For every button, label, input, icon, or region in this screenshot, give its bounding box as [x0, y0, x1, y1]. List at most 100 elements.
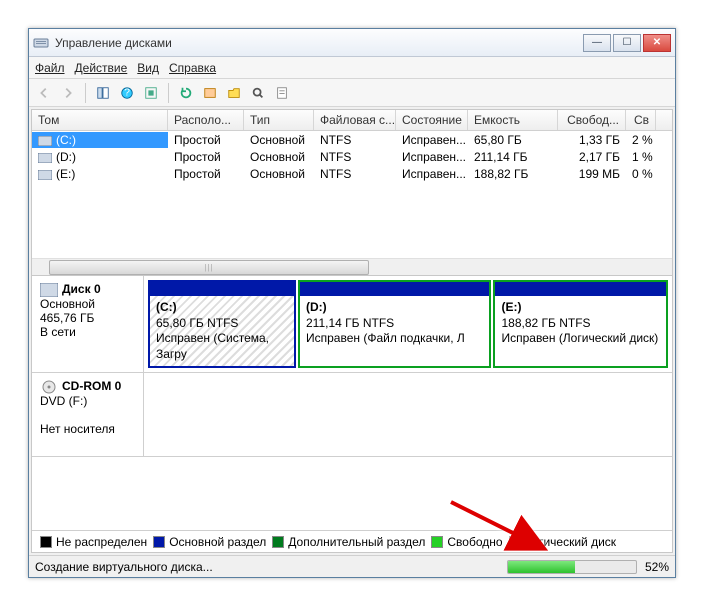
partition-size: 188,82 ГБ NTFS [501, 316, 590, 330]
window-title: Управление дисками [55, 36, 583, 50]
progress-fill [508, 561, 575, 573]
legend-unalloc: Не распределен [56, 535, 147, 549]
progress-bar [507, 560, 637, 574]
menu-file[interactable]: Файл [35, 61, 65, 75]
svg-text:?: ? [124, 86, 130, 98]
volume-list: Том Располо... Тип Файловая с... Состоян… [32, 110, 672, 276]
swatch-free [431, 536, 443, 548]
cdrom-header[interactable]: CD-ROM 0 DVD (F:) Нет носителя [32, 373, 144, 456]
app-icon [33, 35, 49, 51]
swatch-logical [509, 536, 521, 548]
volume-row[interactable]: (D:) Простой Основной NTFS Исправен... 2… [32, 148, 672, 165]
volume-row[interactable]: (E:) Простой Основной NTFS Исправен... 1… [32, 165, 672, 182]
volume-icon [38, 135, 52, 145]
scrollbar-thumb[interactable] [49, 260, 369, 275]
cdrom-state: Нет носителя [40, 422, 115, 436]
content-area: Том Располо... Тип Файловая с... Состоян… [31, 109, 673, 553]
settings-button[interactable] [199, 82, 221, 104]
partition-size: 65,80 ГБ NTFS [156, 316, 238, 330]
partition-header [300, 282, 489, 296]
disk-management-window: Управление дисками — ☐ ✕ Файл Действие В… [28, 28, 676, 578]
folder-button[interactable] [223, 82, 245, 104]
refresh-button[interactable] [140, 82, 162, 104]
col-layout[interactable]: Располо... [168, 110, 244, 130]
disk-type: Основной [40, 297, 95, 311]
disk-name: Диск 0 [62, 282, 101, 296]
toolbar-separator [168, 83, 169, 103]
swatch-extended [272, 536, 284, 548]
partition-body: (C:) 65,80 ГБ NTFS Исправен (Система, За… [150, 296, 294, 366]
back-button[interactable] [33, 82, 55, 104]
partition-status: Исправен (Система, Загру [156, 331, 269, 361]
cdrom-icon [40, 380, 58, 394]
forward-button[interactable] [57, 82, 79, 104]
toolbar-separator [85, 83, 86, 103]
volume-list-body: (C:) Простой Основной NTFS Исправен... 6… [32, 131, 672, 258]
volume-icon [38, 152, 52, 162]
status-text: Создание виртуального диска... [35, 560, 213, 574]
col-status[interactable]: Состояние [396, 110, 468, 130]
partition-status: Исправен (Логический диск) [501, 331, 658, 345]
disk-row[interactable]: Диск 0 Основной 465,76 ГБ В сети (C:) 65… [32, 276, 672, 373]
partition-label: (D:) [306, 300, 327, 314]
props-button[interactable] [271, 82, 293, 104]
partition-body: (E:) 188,82 ГБ NTFS Исправен (Логический… [495, 296, 666, 366]
disk-state: В сети [40, 325, 76, 339]
volume-icon [38, 169, 52, 179]
help-button[interactable]: ? [116, 82, 138, 104]
swatch-primary [153, 536, 165, 548]
refresh2-button[interactable] [175, 82, 197, 104]
find-button[interactable] [247, 82, 269, 104]
progress-label: 52% [645, 560, 669, 574]
toolbar: ? [29, 79, 675, 107]
titlebar[interactable]: Управление дисками — ☐ ✕ [29, 29, 675, 57]
close-button[interactable]: ✕ [643, 34, 671, 52]
partition-header [150, 282, 294, 296]
volume-name: (C:) [56, 133, 76, 147]
menu-view[interactable]: Вид [137, 61, 159, 75]
menu-action[interactable]: Действие [75, 61, 128, 75]
disk-icon [40, 283, 58, 297]
status-bar: Создание виртуального диска... 52% [29, 555, 675, 577]
disk-header[interactable]: Диск 0 Основной 465,76 ГБ В сети [32, 276, 144, 372]
horizontal-scrollbar[interactable] [32, 258, 672, 275]
show-hide-tree-button[interactable] [92, 82, 114, 104]
col-capacity[interactable]: Емкость [468, 110, 558, 130]
cdrom-name: CD-ROM 0 [62, 379, 121, 393]
partition-status: Исправен (Файл подкачки, Л [306, 331, 465, 345]
partition-header [495, 282, 666, 296]
disk-row[interactable]: CD-ROM 0 DVD (F:) Нет носителя [32, 373, 672, 457]
col-fs[interactable]: Файловая с... [314, 110, 396, 130]
disk-graphic-view: Диск 0 Основной 465,76 ГБ В сети (C:) 65… [32, 276, 672, 530]
legend-extended: Дополнительный раздел [288, 535, 425, 549]
cdrom-partition-area [144, 373, 672, 456]
maximize-button[interactable]: ☐ [613, 34, 641, 52]
menu-bar: Файл Действие Вид Справка [29, 57, 675, 79]
partition-label: (C:) [156, 300, 177, 314]
partition-body: (D:) 211,14 ГБ NTFS Исправен (Файл подка… [300, 296, 489, 366]
col-free[interactable]: Свобод... [558, 110, 626, 130]
partition-c[interactable]: (C:) 65,80 ГБ NTFS Исправен (Система, За… [148, 280, 296, 368]
partition-e[interactable]: (E:) 188,82 ГБ NTFS Исправен (Логический… [493, 280, 668, 368]
volume-name: (D:) [56, 150, 76, 164]
legend-free: Свободно [447, 535, 502, 549]
window-controls: — ☐ ✕ [583, 34, 671, 52]
col-volume[interactable]: Том [32, 110, 168, 130]
swatch-unalloc [40, 536, 52, 548]
menu-help[interactable]: Справка [169, 61, 216, 75]
legend-logical: Логический диск [525, 535, 617, 549]
minimize-button[interactable]: — [583, 34, 611, 52]
partition-label: (E:) [501, 300, 521, 314]
cdrom-drive: DVD (F:) [40, 394, 87, 408]
partition-size: 211,14 ГБ NTFS [306, 316, 394, 330]
volume-list-header[interactable]: Том Располо... Тип Файловая с... Состоян… [32, 110, 672, 131]
partition-area: (C:) 65,80 ГБ NTFS Исправен (Система, За… [144, 276, 672, 372]
legend-primary: Основной раздел [169, 535, 266, 549]
legend: Не распределен Основной раздел Дополните… [32, 530, 672, 552]
volume-row[interactable]: (C:) Простой Основной NTFS Исправен... 6… [32, 131, 672, 148]
col-pct[interactable]: Св [626, 110, 656, 130]
partition-d[interactable]: (D:) 211,14 ГБ NTFS Исправен (Файл подка… [298, 280, 491, 368]
disk-size: 465,76 ГБ [40, 311, 94, 325]
col-type[interactable]: Тип [244, 110, 314, 130]
volume-name: (E:) [56, 167, 75, 181]
